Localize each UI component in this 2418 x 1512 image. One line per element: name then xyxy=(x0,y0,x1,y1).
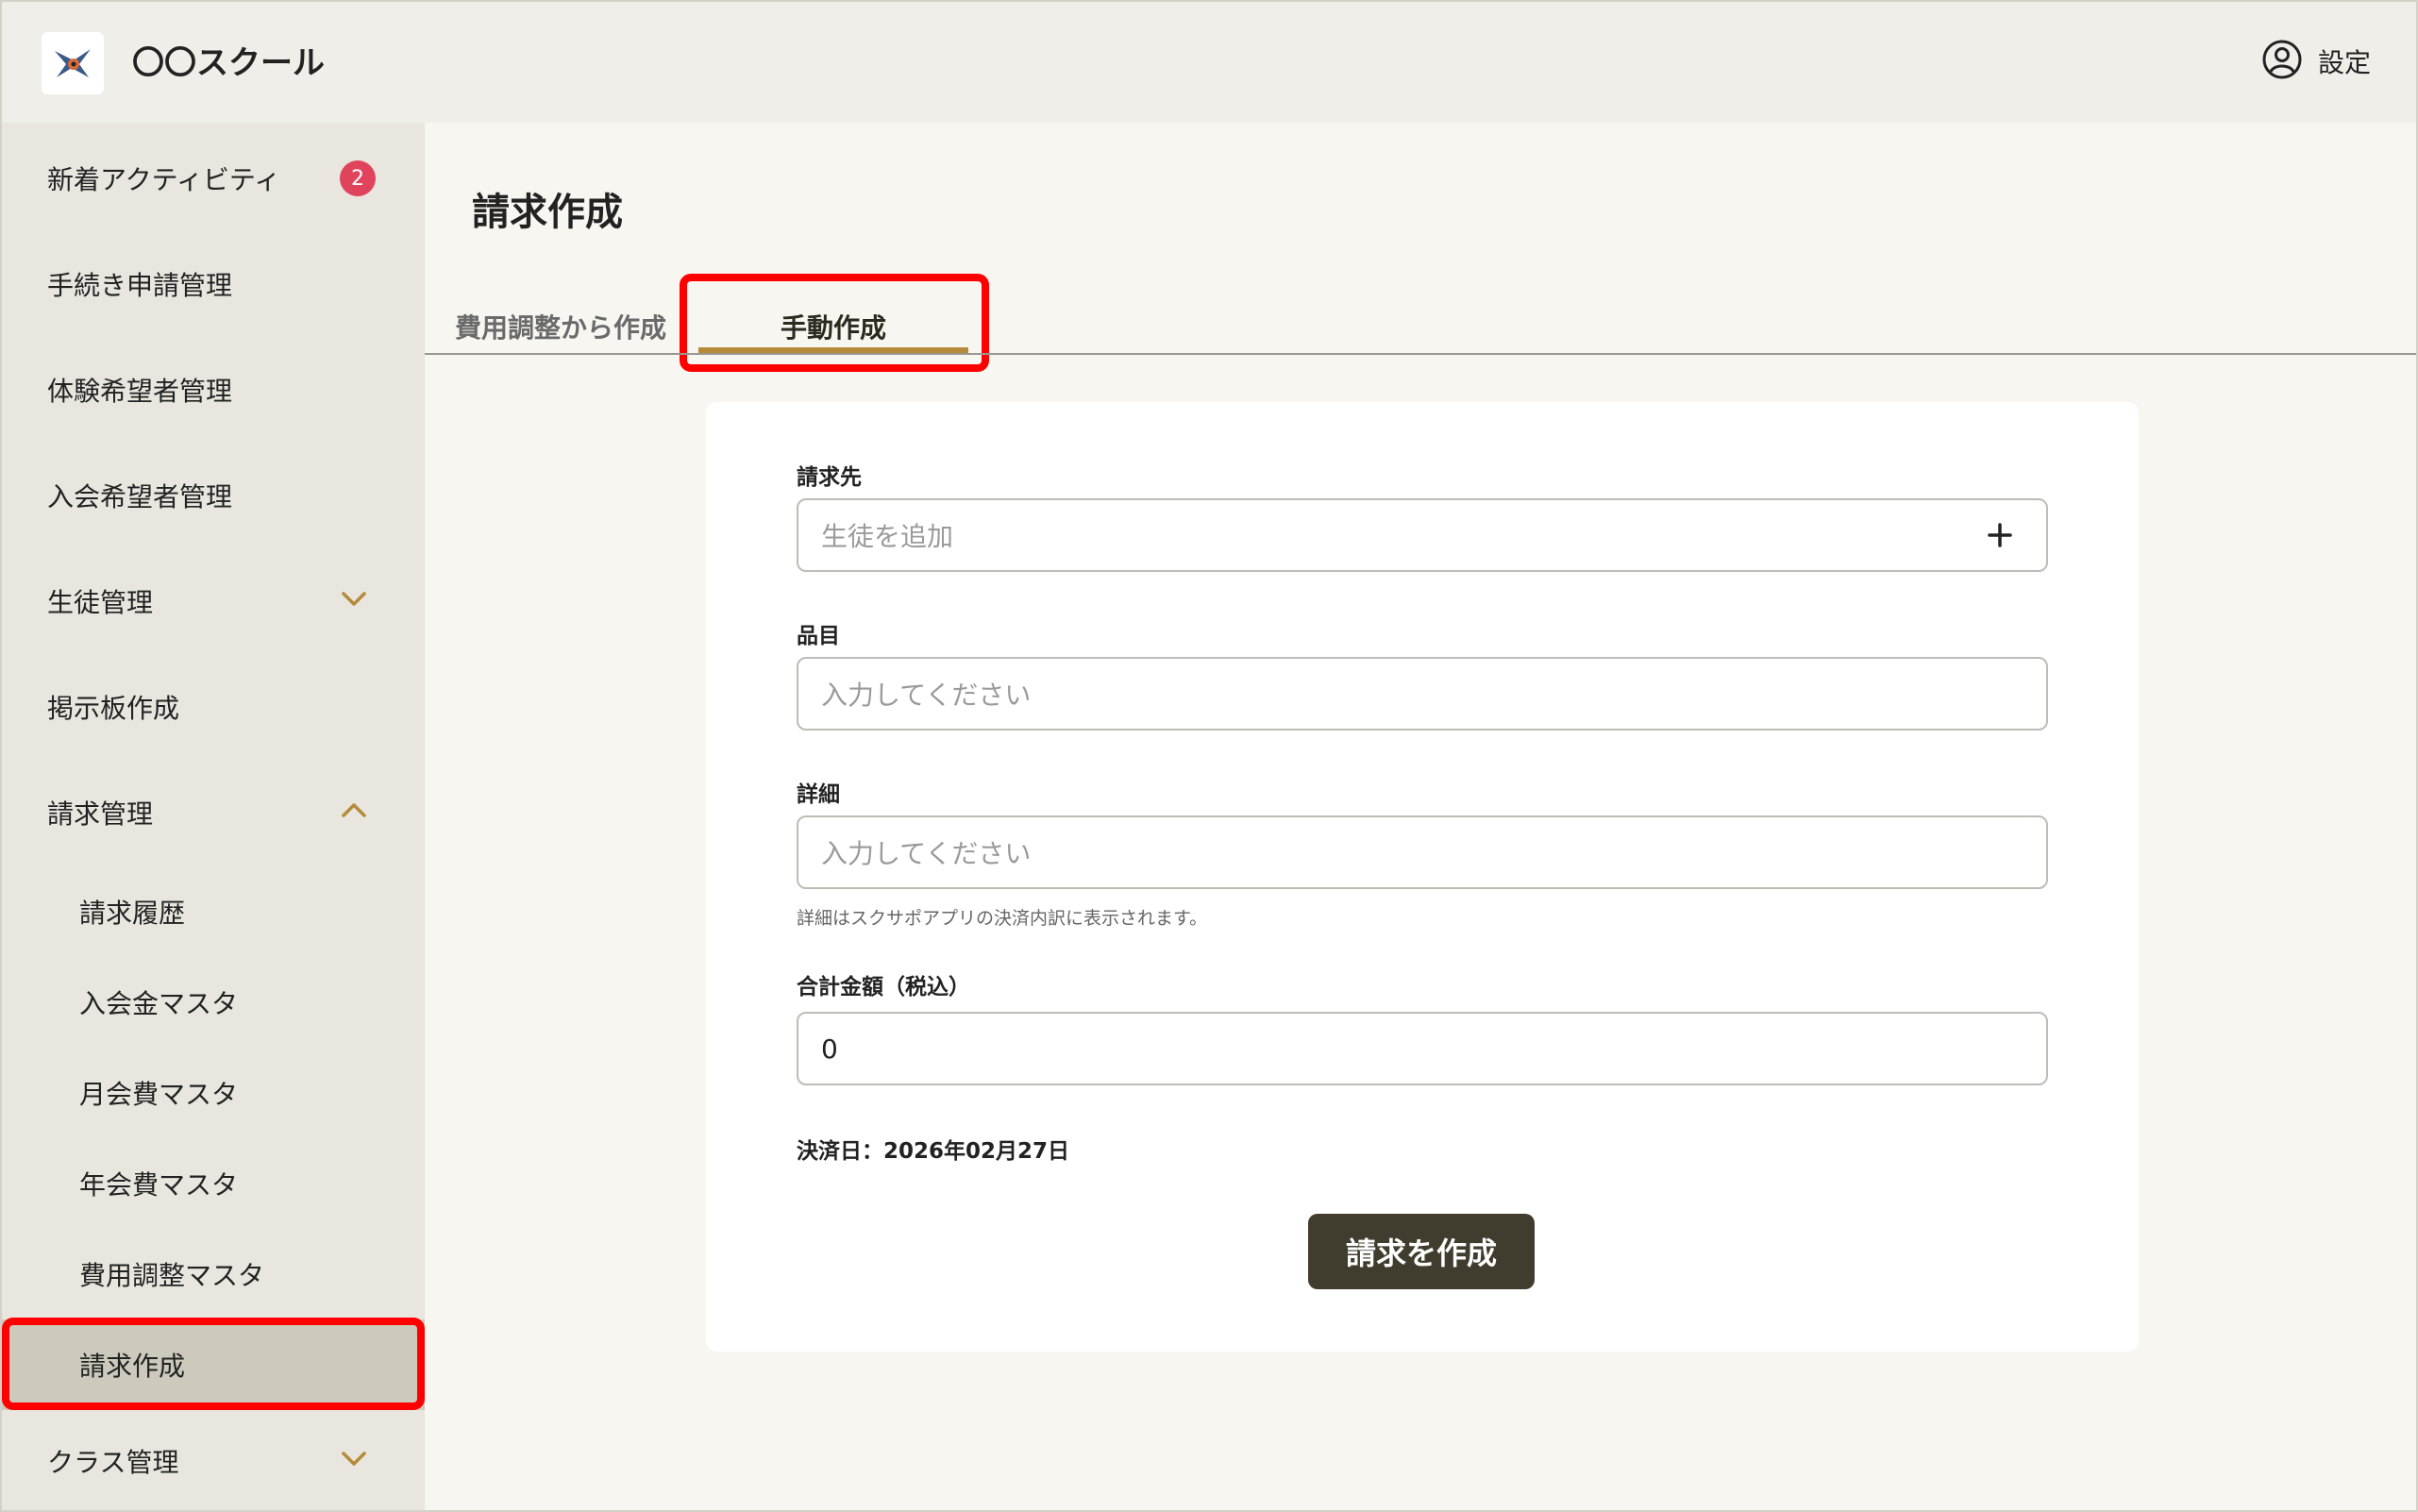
sidebar-item-label: 請求作成 xyxy=(79,1351,186,1382)
school-logo[interactable] xyxy=(42,32,104,94)
sidebar-item-admission-fee-master[interactable]: 入会金マスタ xyxy=(2,957,425,1048)
user-circle-icon xyxy=(2261,39,2303,84)
active-tab-indicator xyxy=(698,347,968,353)
sidebar: 新着アクティビティ 2 手続き申請管理 体験希望者管理 入会希望者管理 生徒管理… xyxy=(2,123,425,1510)
tab-manual-create[interactable]: 手動作成 xyxy=(698,302,968,351)
sidebar-item-label: 生徒管理 xyxy=(47,587,154,618)
notification-badge: 2 xyxy=(340,160,376,196)
app-window: 〇〇スクール 設定 新着アクティビティ 2 手続き申請管理 体験希望者管理 入会… xyxy=(0,0,2418,1512)
item-label: 品目 xyxy=(797,624,840,648)
plus-icon[interactable] xyxy=(1986,521,2014,556)
sidebar-item-fee-adjustment-master[interactable]: 費用調整マスタ xyxy=(2,1229,425,1319)
detail-placeholder: 入力してください xyxy=(821,838,1032,869)
sidebar-item-label: 年会費マスタ xyxy=(79,1169,239,1201)
sidebar-item-label: 請求管理 xyxy=(47,798,154,830)
billing-to-field[interactable]: 生徒を追加 xyxy=(797,498,2048,572)
sidebar-item-procedure-requests[interactable]: 手続き申請管理 xyxy=(2,239,425,329)
tabs-divider xyxy=(425,353,2416,355)
settings-button[interactable]: 設定 xyxy=(2261,38,2371,85)
settings-label: 設定 xyxy=(2317,47,2371,78)
sidebar-item-trial-applicants[interactable]: 体験希望者管理 xyxy=(2,344,425,435)
total-amount-value: 0 xyxy=(821,1033,838,1065)
top-bar: 〇〇スクール 設定 xyxy=(2,2,2416,123)
detail-help-text: 詳細はスクサポアプリの決済内訳に表示されます。 xyxy=(797,908,1208,929)
sidebar-item-label: クラス管理 xyxy=(47,1447,179,1478)
item-input[interactable]: 入力してください xyxy=(797,657,2048,731)
sidebar-item-label: 体験希望者管理 xyxy=(47,376,233,407)
billing-to-placeholder: 生徒を追加 xyxy=(821,521,954,552)
item-placeholder: 入力してください xyxy=(821,680,1032,711)
sidebar-item-label: 手続き申請管理 xyxy=(47,270,233,301)
sidebar-item-monthly-fee-master[interactable]: 月会費マスタ xyxy=(2,1048,425,1138)
app-title: 〇〇スクール xyxy=(132,44,325,82)
sidebar-item-new-activity[interactable]: 新着アクティビティ 2 xyxy=(2,133,425,224)
sidebar-item-label: 入会希望者管理 xyxy=(47,481,233,512)
chevron-down-icon xyxy=(340,588,368,614)
sidebar-item-create-invoice[interactable]: 請求作成 xyxy=(2,1319,425,1410)
sidebar-item-label: 掲示板作成 xyxy=(47,693,180,724)
tab-from-fee-adjustment[interactable]: 費用調整から作成 xyxy=(451,302,670,351)
create-invoice-button[interactable]: 請求を作成 xyxy=(1308,1214,1535,1289)
sidebar-item-label: 新着アクティビティ xyxy=(47,164,281,195)
sidebar-item-students[interactable]: 生徒管理 xyxy=(2,556,425,647)
sidebar-item-annual-fee-master[interactable]: 年会費マスタ xyxy=(2,1138,425,1229)
chevron-down-icon xyxy=(340,1448,368,1474)
detail-input[interactable]: 入力してください xyxy=(797,815,2048,889)
sidebar-item-billing-history[interactable]: 請求履歴 xyxy=(2,866,425,957)
sidebar-item-classes[interactable]: クラス管理 xyxy=(2,1416,425,1506)
sidebar-item-bulletin-board[interactable]: 掲示板作成 xyxy=(2,662,425,752)
detail-label: 詳細 xyxy=(797,782,840,807)
sidebar-item-billing[interactable]: 請求管理 xyxy=(2,767,425,858)
payment-date: 決済日：2026年02月27日 xyxy=(797,1139,1070,1164)
chevron-up-icon xyxy=(340,799,368,826)
sidebar-item-label: 月会費マスタ xyxy=(79,1079,239,1110)
total-amount-input[interactable]: 0 xyxy=(797,1012,2048,1085)
sidebar-item-enrollment-applicants[interactable]: 入会希望者管理 xyxy=(2,450,425,541)
sidebar-item-label: 費用調整マスタ xyxy=(79,1260,265,1291)
page-title: 請求作成 xyxy=(472,191,623,234)
sidebar-item-label: 請求履歴 xyxy=(79,898,186,929)
total-amount-label: 合計金額（税込） xyxy=(797,975,970,1000)
sidebar-item-label: 入会金マスタ xyxy=(79,988,239,1019)
billing-to-label: 請求先 xyxy=(797,465,862,490)
